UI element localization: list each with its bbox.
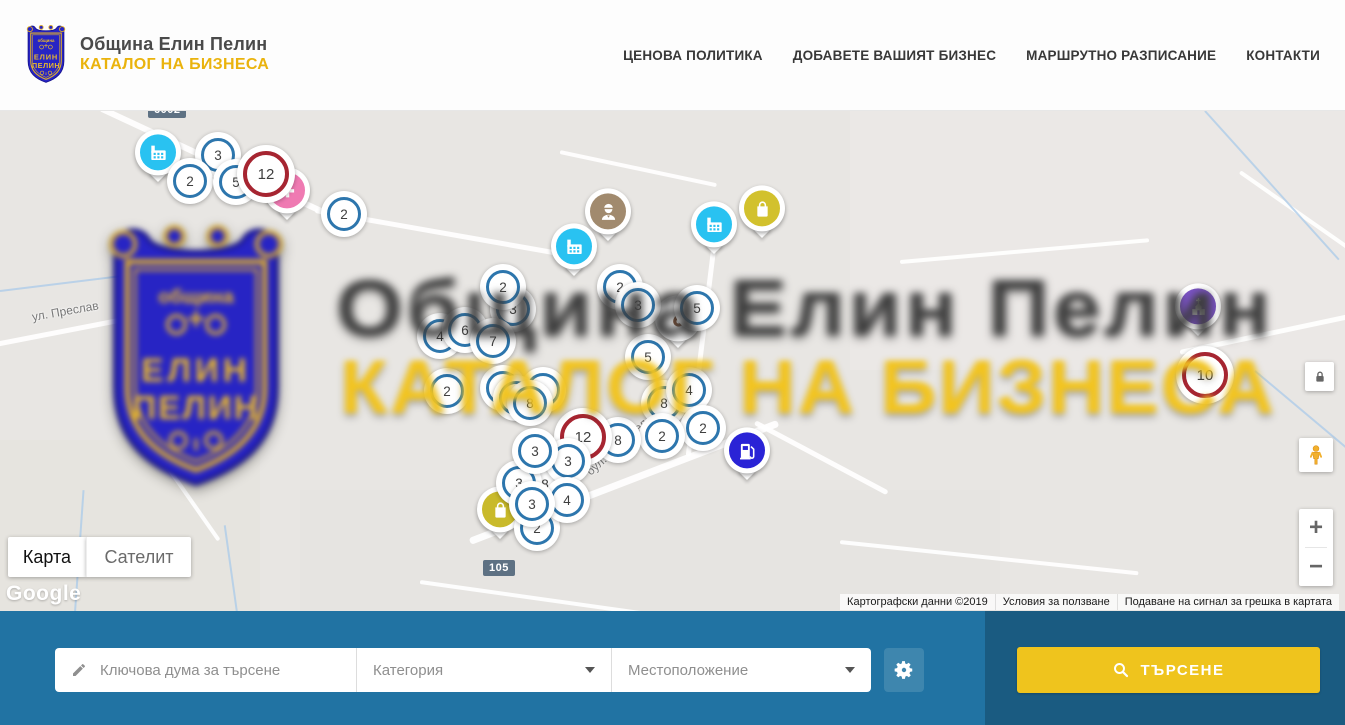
map-cluster-marker[interactable]: 3 bbox=[509, 481, 555, 527]
map-type-control: Карта Сателит bbox=[8, 537, 191, 577]
keyword-field bbox=[55, 648, 357, 692]
search-icon bbox=[1112, 661, 1130, 679]
street-view-pegman[interactable] bbox=[1299, 438, 1333, 472]
map-cluster-marker[interactable]: 2 bbox=[321, 191, 367, 237]
watermark-crest: община ЕЛИН ПЕЛИН bbox=[88, 216, 304, 496]
road-number-label: 6002 bbox=[148, 110, 186, 118]
pencil-icon bbox=[71, 662, 87, 678]
nav-pricing-policy[interactable]: ЦЕНОВА ПОЛИТИКА bbox=[623, 48, 763, 63]
search-bar: Категория Местоположение ТЪРСЕНЕ bbox=[0, 611, 1345, 725]
pegman-icon bbox=[1305, 444, 1327, 466]
category-dropdown[interactable]: Категория bbox=[357, 648, 612, 692]
advanced-settings-button[interactable] bbox=[884, 648, 924, 692]
site-header: община ЕЛИН ПЕЛИН Община Елин Пелин КАТА… bbox=[0, 0, 1345, 111]
chevron-down-icon bbox=[585, 667, 595, 673]
map-lock-control[interactable] bbox=[1305, 362, 1334, 391]
municipality-crest-icon: община ЕЛИН ПЕЛИН bbox=[22, 18, 70, 90]
google-logo[interactable]: Google bbox=[6, 582, 81, 606]
svg-text:ПЕЛИН: ПЕЛИН bbox=[132, 390, 260, 427]
lock-icon bbox=[1312, 369, 1328, 385]
map-road bbox=[560, 150, 717, 187]
shopping-bag-icon bbox=[744, 190, 780, 226]
svg-text:община: община bbox=[158, 286, 235, 308]
map-canvas[interactable]: ул. Преславбул. „Новосел 6002105 3251223… bbox=[0, 110, 1345, 611]
category-dropdown-label: Категория bbox=[373, 662, 443, 679]
cluster-count: 2 bbox=[321, 191, 367, 237]
nav-route-schedule[interactable]: МАРШРУТНО РАЗПИСАНИЕ bbox=[1026, 48, 1216, 63]
site-title: Община Елин Пелин bbox=[80, 33, 269, 56]
map-road bbox=[754, 420, 889, 495]
zoom-control: + − bbox=[1299, 509, 1333, 586]
map-cluster-marker[interactable]: 12 bbox=[237, 145, 295, 203]
search-fields: Категория Местоположение bbox=[55, 648, 871, 692]
zoom-in-button[interactable]: + bbox=[1299, 509, 1333, 547]
site-logo[interactable]: община ЕЛИН ПЕЛИН Община Елин Пелин КАТА… bbox=[22, 18, 269, 90]
svg-text:община: община bbox=[38, 38, 55, 43]
cluster-count: 3 bbox=[509, 481, 555, 527]
map-cluster-marker[interactable]: 2 bbox=[167, 158, 213, 204]
main-nav: ЦЕНОВА ПОЛИТИКА ДОБАВЕТЕ ВАШИЯТ БИЗНЕС М… bbox=[623, 0, 1320, 110]
map-type-map-button[interactable]: Карта bbox=[8, 537, 86, 577]
factory-icon bbox=[556, 228, 592, 264]
zoom-out-button[interactable]: − bbox=[1299, 548, 1333, 586]
map-type-satellite-button[interactable]: Сателит bbox=[86, 537, 191, 577]
keyword-search-input[interactable] bbox=[98, 661, 356, 680]
watermark-title: Община Елин Пелин bbox=[336, 268, 1274, 348]
svg-text:ЕЛИН: ЕЛИН bbox=[34, 53, 58, 62]
attribution-copyright: Картографски данни ©2019 bbox=[840, 594, 995, 610]
location-dropdown[interactable]: Местоположение bbox=[612, 648, 871, 692]
map-terrain-patch bbox=[300, 490, 1000, 611]
nav-contacts[interactable]: КОНТАКТИ bbox=[1246, 48, 1320, 63]
gear-icon bbox=[893, 659, 915, 681]
cluster-count: 12 bbox=[237, 145, 295, 203]
attribution-terms-link[interactable]: Условия за ползване bbox=[995, 594, 1117, 610]
svg-text:ЕЛИН: ЕЛИН bbox=[141, 353, 250, 390]
map-cluster-marker[interactable]: 3 bbox=[512, 428, 558, 474]
road-number-label: 105 bbox=[483, 560, 515, 576]
nav-add-your-business[interactable]: ДОБАВЕТЕ ВАШИЯТ БИЗНЕС bbox=[793, 48, 996, 63]
search-submit-button[interactable]: ТЪРСЕНЕ bbox=[1017, 647, 1320, 693]
map-pin-shopping-bag[interactable] bbox=[739, 185, 785, 231]
svg-text:ПЕЛИН: ПЕЛИН bbox=[32, 61, 60, 70]
map-attribution: Картографски данни ©2019 Условия за полз… bbox=[840, 594, 1339, 610]
cluster-count: 3 bbox=[512, 428, 558, 474]
map-pin-fuel-pump[interactable] bbox=[724, 427, 770, 473]
watermark-subtitle: КАТАЛОГ НА БИЗНЕСА bbox=[340, 350, 1276, 426]
map-pin-factory[interactable] bbox=[691, 201, 737, 247]
attribution-report-error-link[interactable]: Подаване на сигнал за грешка в картата bbox=[1117, 594, 1339, 610]
chevron-down-icon bbox=[845, 667, 855, 673]
search-button-label: ТЪРСЕНЕ bbox=[1140, 662, 1224, 679]
cluster-count: 2 bbox=[167, 158, 213, 204]
fuel-pump-icon bbox=[729, 432, 765, 468]
site-subtitle: КАТАЛОГ НА БИЗНЕСА bbox=[80, 55, 269, 75]
location-dropdown-label: Местоположение bbox=[628, 662, 748, 679]
factory-icon bbox=[696, 206, 732, 242]
